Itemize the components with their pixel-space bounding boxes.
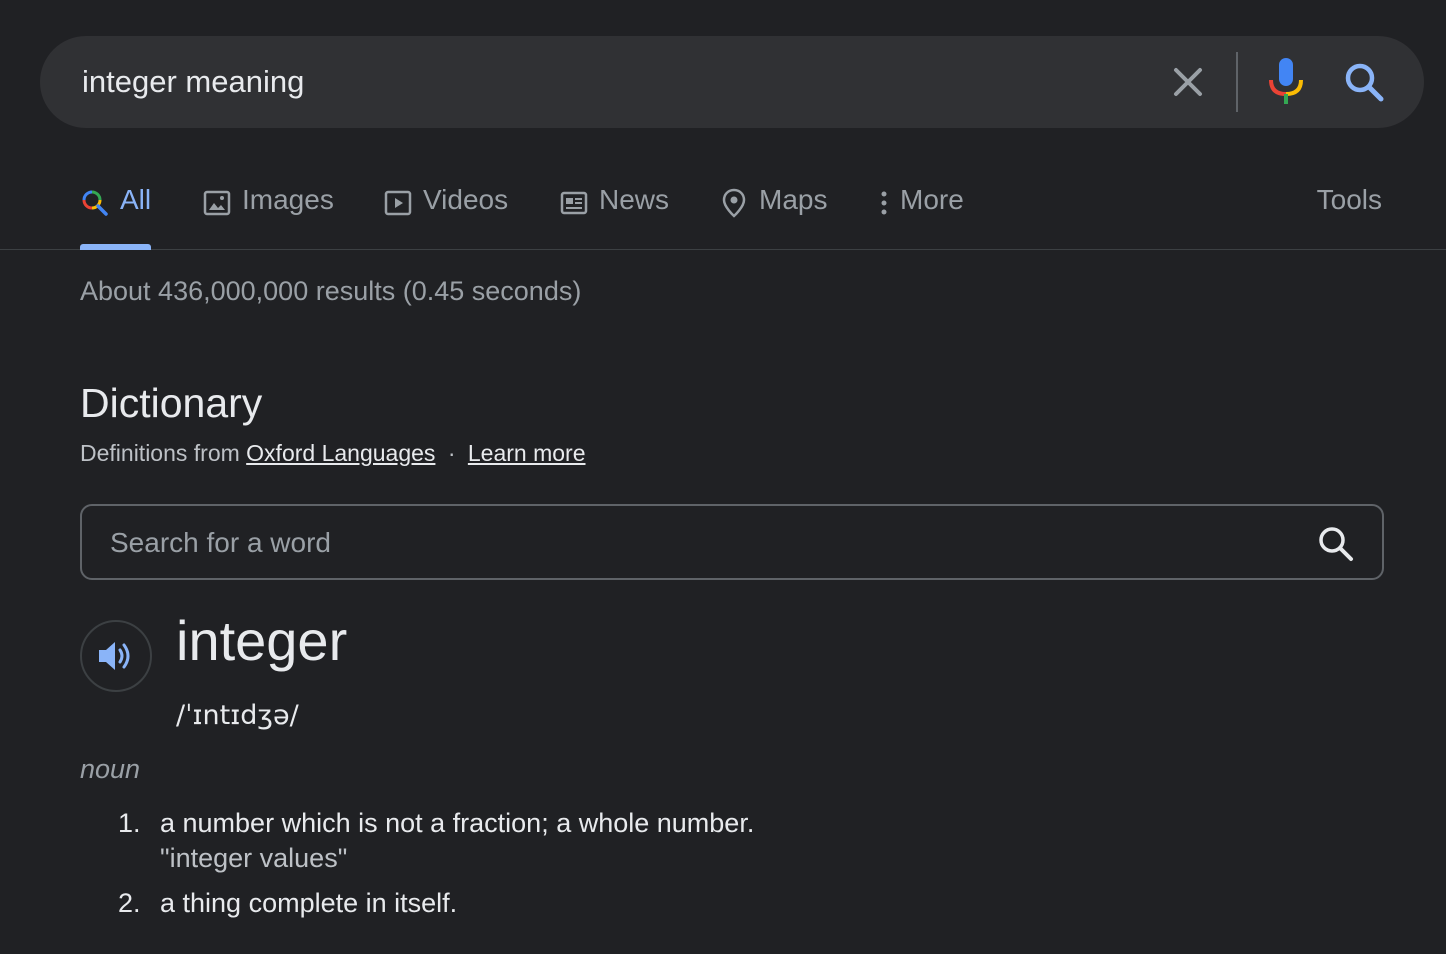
video-icon [383,186,413,220]
tab-images[interactable]: Images [202,184,334,250]
definition-item: 2. a thing complete in itself. [118,888,457,919]
tab-label: More [900,184,964,215]
map-pin-icon [719,186,749,220]
search-icon [1319,527,1353,561]
oxford-languages-link[interactable]: Oxford Languages [246,440,435,466]
tab-news[interactable]: News [559,184,669,250]
definition-number: 1. [118,808,141,838]
searchbar-divider [1236,52,1238,112]
definition-item: 1. a number which is not a fraction; a w… [118,808,754,874]
search-tabs: All Images Videos News Maps More Tools [0,170,1446,250]
part-of-speech: noun [80,754,141,784]
definition-body: a number which is not a fraction; a whol… [160,808,754,874]
search-bar [40,36,1424,128]
tab-label: Maps [759,184,828,215]
microphone-icon [1269,58,1303,104]
tab-maps[interactable]: Maps [719,184,827,250]
tab-more[interactable]: More [874,184,964,250]
image-icon [202,186,232,220]
search-icon [80,186,110,220]
clear-button[interactable] [1168,62,1208,102]
search-button[interactable] [1340,58,1388,106]
definition-text: a number which is not a fraction; a whol… [160,808,755,838]
tab-videos[interactable]: Videos [383,184,508,250]
result-stats: About 436,000,000 results (0.45 seconds) [80,276,582,306]
tab-all[interactable]: All [80,184,152,250]
tab-label: Images [242,184,334,215]
definition-example: "integer values" [160,843,348,873]
dictionary-title: Dictionary [80,380,263,426]
word-search-box [80,504,1384,580]
tools-button[interactable]: Tools [1317,184,1382,216]
search-icon [1345,63,1384,102]
close-icon [1174,68,1202,96]
definition-text: a thing complete in itself. [160,888,458,918]
tab-label: News [599,184,670,215]
tab-label: Videos [423,184,509,215]
phonetic-transcription: /ˈɪntɪdʒə/ [176,700,299,731]
dictionary-source: Definitions from Oxford Languages · Lear… [80,440,586,467]
word-search-input[interactable] [110,520,1270,566]
voice-search-button[interactable] [1264,56,1308,108]
pronunciation-audio-button[interactable] [80,620,152,692]
word-search-button[interactable] [1316,524,1356,564]
separator: · [447,440,456,466]
learn-more-link[interactable]: Learn more [468,440,586,466]
tab-label: All [120,184,152,215]
more-vert-icon [874,186,894,220]
speaker-icon [99,642,130,670]
source-prefix: Definitions from [80,440,240,466]
definition-number: 2. [118,888,141,918]
search-input[interactable] [82,56,1142,108]
news-icon [559,186,589,220]
headword: integer [176,609,348,672]
